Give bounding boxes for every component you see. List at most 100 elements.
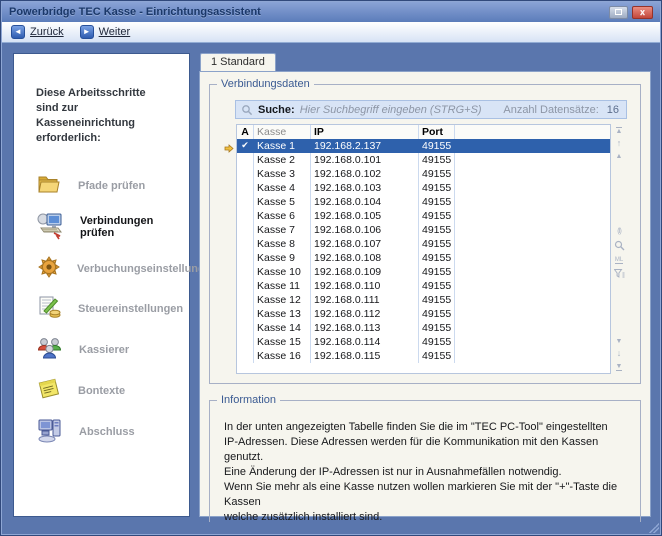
cell-ip[interactable]: 192.168.0.107 <box>310 237 418 251</box>
cell-port[interactable]: 49155 <box>418 279 454 293</box>
back-button[interactable]: ◄ Zurück <box>11 25 64 39</box>
sidebar-item-verbindungen-pr-fen[interactable]: Verbindungen prüfen <box>36 211 179 243</box>
cell-check[interactable] <box>237 335 253 349</box>
sidebar-item-verbuchungseinstellungen[interactable]: Verbuchungseinstellungen <box>36 254 179 283</box>
cell-kasse[interactable]: Kasse 16 <box>253 349 310 363</box>
cell-kasse[interactable]: Kasse 3 <box>253 167 310 181</box>
format-icon[interactable]: ML <box>615 256 623 264</box>
cell-port[interactable]: 49155 <box>418 335 454 349</box>
cell-kasse[interactable]: Kasse 13 <box>253 307 310 321</box>
go-up-icon[interactable]: ↑ <box>617 140 622 148</box>
go-next-icon[interactable]: ▼ <box>616 338 623 345</box>
cell-port[interactable]: 49155 <box>418 167 454 181</box>
cell-empty[interactable] <box>454 209 610 223</box>
cell-port[interactable]: 49155 <box>418 349 454 363</box>
cell-ip[interactable]: 192.168.0.110 <box>310 279 418 293</box>
cell-kasse[interactable]: Kasse 5 <box>253 195 310 209</box>
cell-empty[interactable] <box>454 335 610 349</box>
cell-ip[interactable]: 192.168.0.109 <box>310 265 418 279</box>
cell-check[interactable] <box>237 223 253 237</box>
search-bar[interactable]: Suche: Hier Suchbegriff eingeben (STRG+S… <box>235 100 627 119</box>
cell-check[interactable] <box>237 195 253 209</box>
cell-check[interactable] <box>237 349 253 363</box>
cell-check[interactable] <box>237 153 253 167</box>
cell-kasse[interactable]: Kasse 12 <box>253 293 310 307</box>
cell-check[interactable] <box>237 209 253 223</box>
close-button[interactable]: x <box>632 6 653 19</box>
cell-empty[interactable] <box>454 223 610 237</box>
cell-port[interactable]: 49155 <box>418 265 454 279</box>
locate-icon[interactable]: (I) <box>617 228 621 235</box>
cell-empty[interactable] <box>454 153 610 167</box>
cell-ip[interactable]: 192.168.0.106 <box>310 223 418 237</box>
cell-ip[interactable]: 192.168.0.112 <box>310 307 418 321</box>
search-icon[interactable] <box>614 240 625 251</box>
resize-grip[interactable] <box>649 523 659 533</box>
cell-port[interactable]: 49155 <box>418 321 454 335</box>
cell-kasse[interactable]: Kasse 14 <box>253 321 310 335</box>
sidebar-item-abschluss[interactable]: Abschluss <box>36 416 179 447</box>
cell-kasse[interactable]: Kasse 4 <box>253 181 310 195</box>
cell-empty[interactable] <box>454 293 610 307</box>
cell-empty[interactable] <box>454 167 610 181</box>
filter-icon[interactable] <box>614 269 625 279</box>
cell-kasse[interactable]: Kasse 11 <box>253 279 310 293</box>
sidebar-item-bontexte[interactable]: Bontexte <box>36 376 179 405</box>
sidebar-item-steuereinstellungen[interactable]: Steuereinstellungen <box>36 294 179 324</box>
cell-check[interactable] <box>237 251 253 265</box>
cell-check[interactable] <box>237 307 253 321</box>
sidebar-item-pfade-pr-fen[interactable]: Pfade prüfen <box>36 172 179 200</box>
sidebar-item-kassierer[interactable]: Kassierer <box>36 335 179 365</box>
cell-ip[interactable]: 192.168.0.108 <box>310 251 418 265</box>
cell-kasse[interactable]: Kasse 1 <box>253 139 310 153</box>
restore-button[interactable] <box>609 6 628 19</box>
cell-kasse[interactable]: Kasse 8 <box>253 237 310 251</box>
cell-check[interactable] <box>237 181 253 195</box>
cell-empty[interactable] <box>454 139 610 153</box>
cell-empty[interactable] <box>454 251 610 265</box>
go-prev-icon[interactable]: ▲ <box>616 153 623 160</box>
cell-port[interactable]: 49155 <box>418 223 454 237</box>
go-down-icon[interactable]: ↓ <box>617 350 622 358</box>
cell-port[interactable]: 49155 <box>418 293 454 307</box>
cell-port[interactable]: 49155 <box>418 139 454 153</box>
cell-ip[interactable]: 192.168.0.114 <box>310 335 418 349</box>
cell-empty[interactable] <box>454 265 610 279</box>
cell-kasse[interactable]: Kasse 2 <box>253 153 310 167</box>
cell-check[interactable] <box>237 167 253 181</box>
cell-port[interactable]: 49155 <box>418 181 454 195</box>
cell-check[interactable] <box>237 237 253 251</box>
cell-empty[interactable] <box>454 279 610 293</box>
cell-ip[interactable]: 192.168.0.115 <box>310 349 418 363</box>
cell-ip[interactable]: 192.168.0.111 <box>310 293 418 307</box>
cell-check[interactable]: ✔ <box>237 139 253 153</box>
cell-check[interactable] <box>237 321 253 335</box>
cell-ip[interactable]: 192.168.0.105 <box>310 209 418 223</box>
cell-port[interactable]: 49155 <box>418 307 454 321</box>
tab-standard[interactable]: 1 Standard <box>200 53 276 71</box>
cell-empty[interactable] <box>454 237 610 251</box>
cell-ip[interactable]: 192.168.0.101 <box>310 153 418 167</box>
cell-empty[interactable] <box>454 321 610 335</box>
cell-port[interactable]: 49155 <box>418 209 454 223</box>
cell-empty[interactable] <box>454 195 610 209</box>
cell-empty[interactable] <box>454 181 610 195</box>
next-button[interactable]: ► Weiter <box>80 25 131 39</box>
cell-ip[interactable]: 192.168.0.103 <box>310 181 418 195</box>
cell-kasse[interactable]: Kasse 7 <box>253 223 310 237</box>
cell-ip[interactable]: 192.168.0.113 <box>310 321 418 335</box>
cell-port[interactable]: 49155 <box>418 153 454 167</box>
cell-check[interactable] <box>237 279 253 293</box>
cell-kasse[interactable]: Kasse 6 <box>253 209 310 223</box>
cell-port[interactable]: 49155 <box>418 237 454 251</box>
cell-empty[interactable] <box>454 349 610 363</box>
cell-port[interactable]: 49155 <box>418 251 454 265</box>
go-first-icon[interactable]: ▲ <box>616 127 623 135</box>
cell-kasse[interactable]: Kasse 10 <box>253 265 310 279</box>
cell-ip[interactable]: 192.168.0.104 <box>310 195 418 209</box>
cell-kasse[interactable]: Kasse 9 <box>253 251 310 265</box>
search-input[interactable]: Hier Suchbegriff eingeben (STRG+S) <box>300 104 499 116</box>
go-last-icon[interactable]: ▼ <box>616 363 623 371</box>
cell-port[interactable]: 49155 <box>418 195 454 209</box>
cell-check[interactable] <box>237 265 253 279</box>
